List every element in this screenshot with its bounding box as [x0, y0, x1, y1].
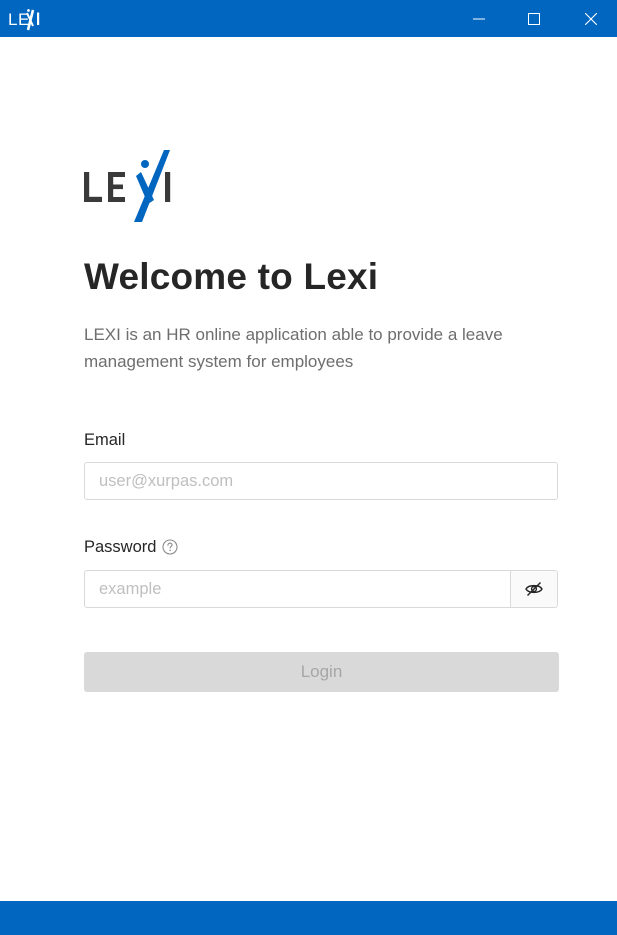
footer-bar	[0, 901, 617, 935]
eye-invisible-icon	[525, 582, 543, 596]
lexi-logo-small-icon: LE	[8, 9, 40, 31]
maximize-button[interactable]	[511, 0, 557, 37]
minimize-icon	[473, 18, 485, 19]
password-label-row: Password	[84, 536, 179, 558]
titlebar-logo: LE	[8, 5, 44, 32]
question-circle-icon[interactable]	[162, 539, 179, 555]
maximize-icon	[528, 12, 540, 25]
lexi-logo-icon	[84, 150, 171, 222]
email-input[interactable]	[85, 463, 557, 499]
lexi-logo	[84, 148, 174, 231]
minimize-button[interactable]	[456, 0, 502, 37]
app-description: LEXI is an HR online application able to…	[84, 325, 503, 371]
window-titlebar: LE	[0, 0, 617, 37]
page-title: Welcome to Lexi	[84, 256, 379, 297]
email-field-wrapper	[84, 462, 558, 500]
close-icon	[585, 12, 597, 25]
svg-text:LE: LE	[8, 10, 30, 29]
password-label: Password	[84, 538, 157, 556]
password-field-wrapper	[84, 570, 558, 608]
password-input[interactable]	[85, 571, 510, 607]
toggle-password-visibility-button[interactable]	[510, 571, 557, 607]
email-label: Email	[84, 431, 126, 449]
login-button[interactable]: Login	[84, 652, 559, 692]
close-button[interactable]	[568, 0, 614, 37]
